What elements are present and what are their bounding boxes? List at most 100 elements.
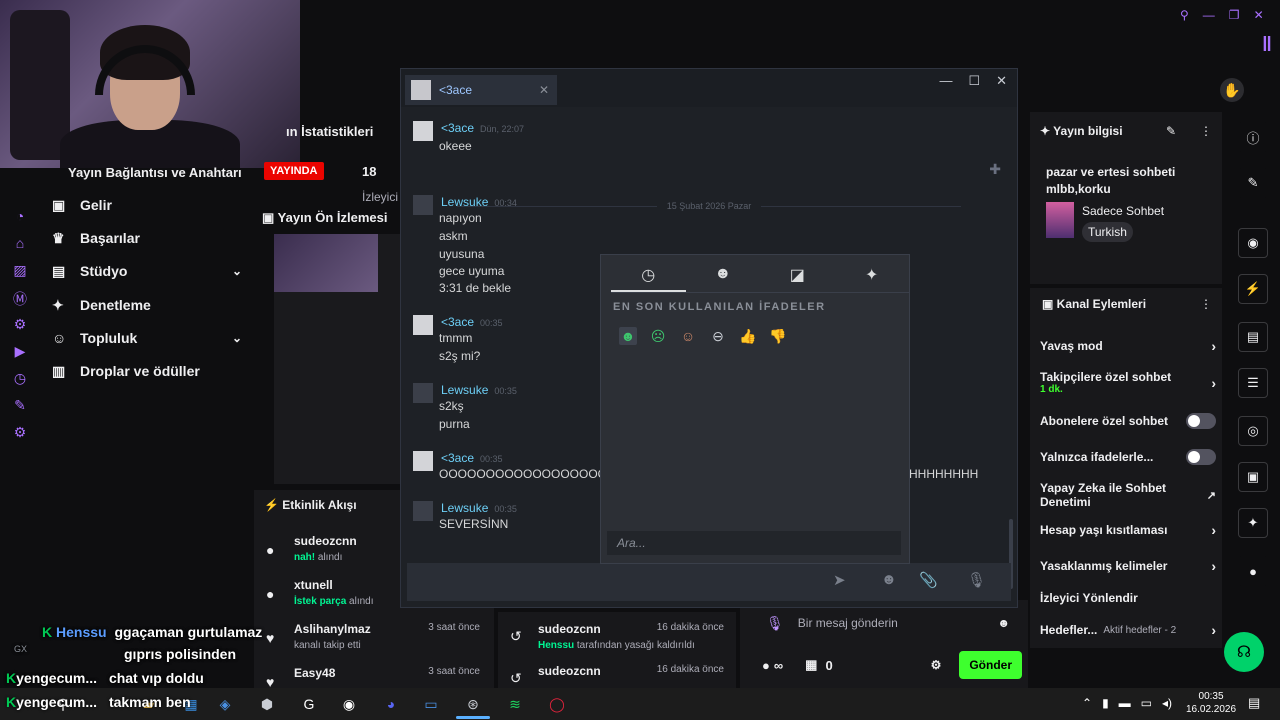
kick-icon: K — [6, 670, 17, 686]
analytics-icon[interactable]: ◔ — [12, 208, 28, 224]
spotify-icon[interactable]: ≋ — [504, 693, 526, 715]
tag-badge[interactable]: Turkish — [1082, 222, 1133, 242]
more-icon[interactable]: ⋮ — [1200, 124, 1212, 138]
emoticon-item[interactable]: 👍 — [739, 327, 757, 345]
app-icon[interactable]: ◈ — [214, 693, 236, 715]
minimize-icon[interactable]: — — [1203, 8, 1215, 28]
notification-icon[interactable]: ▤ — [1248, 695, 1260, 711]
headset-icon[interactable]: ☊ — [1224, 632, 1264, 672]
opera-icon[interactable]: ◯ — [546, 693, 568, 715]
ai-moderation-row[interactable]: Yapay Zeka ile Sohbet Denetimi ↗ — [1040, 481, 1216, 509]
note-icon[interactable]: ▤ — [1238, 322, 1268, 352]
gear-icon[interactable]: ⚙ — [12, 424, 28, 440]
content-icon[interactable]: ⌂ — [12, 235, 28, 251]
followers-only-row[interactable]: Takipçilere özel sohbet 1 dk. › — [1040, 370, 1216, 395]
chat-input[interactable]: 🎙 Bir mesaj gönderin ☻ — [758, 608, 1020, 638]
gift-icon[interactable]: ▦ — [805, 657, 817, 673]
chevron-up-icon[interactable]: ⌃ — [1082, 696, 1092, 710]
emoticon-item[interactable]: ☺ — [679, 327, 697, 345]
pause-icon[interactable]: ‖ — [1262, 34, 1276, 56]
discord-icon[interactable]: ◕ — [380, 693, 402, 715]
restore-icon[interactable]: ❐ — [1229, 8, 1240, 28]
network-icon[interactable]: ▭ — [1141, 696, 1152, 710]
viewer-redirect-row[interactable]: İzleyici Yönlendir — [1040, 591, 1216, 605]
subs-only-row[interactable]: Abonelere özel sohbet — [1040, 413, 1216, 429]
mic-icon[interactable]: ▮ — [1102, 696, 1109, 710]
mod-icon[interactable]: Ⓜ — [12, 289, 28, 307]
sticker-icon[interactable]: ◪ — [760, 261, 835, 292]
emoticon-search-input[interactable]: Ara... — [607, 531, 901, 555]
attach-icon[interactable]: 📎 — [919, 571, 938, 589]
clip-icon[interactable]: ◉ — [1238, 228, 1268, 258]
more-icon[interactable]: ⋮ — [1200, 297, 1212, 311]
avatar[interactable]: ✋ — [1220, 78, 1244, 102]
wrench-icon[interactable]: ✦ — [1238, 508, 1268, 538]
points-icon[interactable]: ● — [1238, 556, 1268, 586]
mod-feed-row[interactable]: ↺ sudeozcnn Henssu tarafından yasağı kal… — [498, 616, 736, 656]
stats-title: ın İstatistikleri — [286, 124, 374, 139]
minimize-icon[interactable]: — — [939, 73, 952, 89]
chat-bubble-icon[interactable]: ☰ — [1238, 368, 1268, 398]
raid-icon[interactable]: ▣ — [1238, 462, 1268, 492]
send-icon[interactable]: ➤ — [833, 571, 846, 589]
close-icon[interactable]: ✕ — [539, 83, 549, 97]
broadcast-icon[interactable]: ◎ — [1238, 416, 1268, 446]
goals-row[interactable]: Hedefler... Aktif hedefler - 2 › — [1040, 622, 1216, 638]
points-icon: ● — [266, 586, 275, 602]
mic-icon[interactable]: 🎙 — [766, 615, 784, 632]
effects-icon[interactable]: ✦ — [835, 261, 910, 292]
recent-icon[interactable]: ◷ — [611, 261, 686, 292]
emotes-only-toggle[interactable] — [1186, 449, 1216, 465]
steam-message-input[interactable]: ➤ ☻ 📎 🎙 — [407, 563, 1011, 601]
bolt-icon[interactable]: ⚡ — [1238, 274, 1268, 304]
emoji-icon[interactable]: ☻ — [686, 261, 761, 292]
close-icon[interactable]: ✕ — [996, 73, 1007, 89]
steam-chat-tab[interactable]: <3ace ✕ — [405, 75, 557, 105]
voice-icon[interactable]: 🎙 — [967, 571, 986, 589]
emoticon-item[interactable]: 👎 — [769, 327, 787, 345]
gear-icon[interactable]: ⚙ — [931, 658, 942, 672]
emoticon-item[interactable]: ☹ — [649, 327, 667, 345]
add-friend-icon[interactable]: ✚ — [989, 161, 1001, 178]
nav-item-revenue[interactable]: ▣ Gelir — [52, 192, 242, 218]
maximize-icon[interactable]: ☐ — [968, 73, 980, 89]
channel-points-icon[interactable]: ● — [762, 658, 770, 673]
stream-icon[interactable]: ▨ — [12, 262, 28, 278]
app-icon[interactable]: G — [298, 693, 320, 715]
steam-icon[interactable]: ⊛ — [462, 693, 484, 715]
obs-icon[interactable]: ◉ — [338, 693, 360, 715]
category-name[interactable]: Sadece Sohbet — [1082, 204, 1164, 218]
nav-item-moderation[interactable]: ✦ Denetleme — [52, 292, 242, 318]
category-thumbnail[interactable] — [1046, 202, 1074, 238]
edit-icon[interactable]: ✎ — [1238, 168, 1268, 198]
send-button[interactable]: Gönder — [959, 651, 1022, 679]
emoticon-item[interactable]: ⊖ — [709, 327, 727, 345]
nav-item-drops[interactable]: ▥ Droplar ve ödüller — [52, 358, 242, 384]
overlay-chat-line: Kyengecum... takmam ben — [6, 694, 191, 710]
banned-words-row[interactable]: Yasaklanmış kelimeler › — [1040, 558, 1216, 574]
search-icon[interactable]: ⚲ — [1180, 8, 1189, 28]
subs-only-toggle[interactable] — [1186, 413, 1216, 429]
nav-item-achievements[interactable]: ♛ Başarılar — [52, 225, 242, 251]
extensions-icon[interactable]: ✎ — [12, 397, 28, 413]
play-icon[interactable]: ▶ — [12, 343, 28, 359]
slow-mode-row[interactable]: Yavaş mod › — [1040, 338, 1216, 354]
app-icon[interactable]: ⬢ — [256, 693, 278, 715]
emotes-only-row[interactable]: Yalnızca ifadelerle... — [1040, 449, 1216, 465]
pencil-icon[interactable]: ✎ — [1166, 124, 1176, 138]
battery-icon[interactable]: ▬ — [1119, 696, 1131, 710]
clock[interactable]: 00:35 16.02.2026 — [1186, 690, 1236, 716]
nav-item-community[interactable]: ☺ Topluluk ⌄ — [52, 325, 242, 351]
emoji-icon[interactable]: ☻ — [881, 571, 897, 588]
close-icon[interactable]: ✕ — [1254, 8, 1264, 28]
history-icon[interactable]: ◷ — [12, 370, 28, 386]
info-icon[interactable]: ⓘ — [1238, 122, 1268, 152]
emote-icon[interactable]: ☻ — [997, 616, 1010, 630]
volume-icon[interactable]: ◂) — [1162, 696, 1172, 710]
settings-alt-icon[interactable]: ⚙ — [12, 316, 28, 332]
nav-item-studio[interactable]: ▤ Stüdyo ⌄ — [52, 258, 242, 284]
monitor-icon[interactable]: ▭ — [420, 693, 442, 715]
account-age-row[interactable]: Hesap yaşı kısıtlaması › — [1040, 522, 1216, 538]
emoticon-item[interactable]: ☻ — [619, 327, 637, 345]
stream-title: pazar ve ertesi sohbeti mlbb,korku — [1046, 165, 1176, 196]
